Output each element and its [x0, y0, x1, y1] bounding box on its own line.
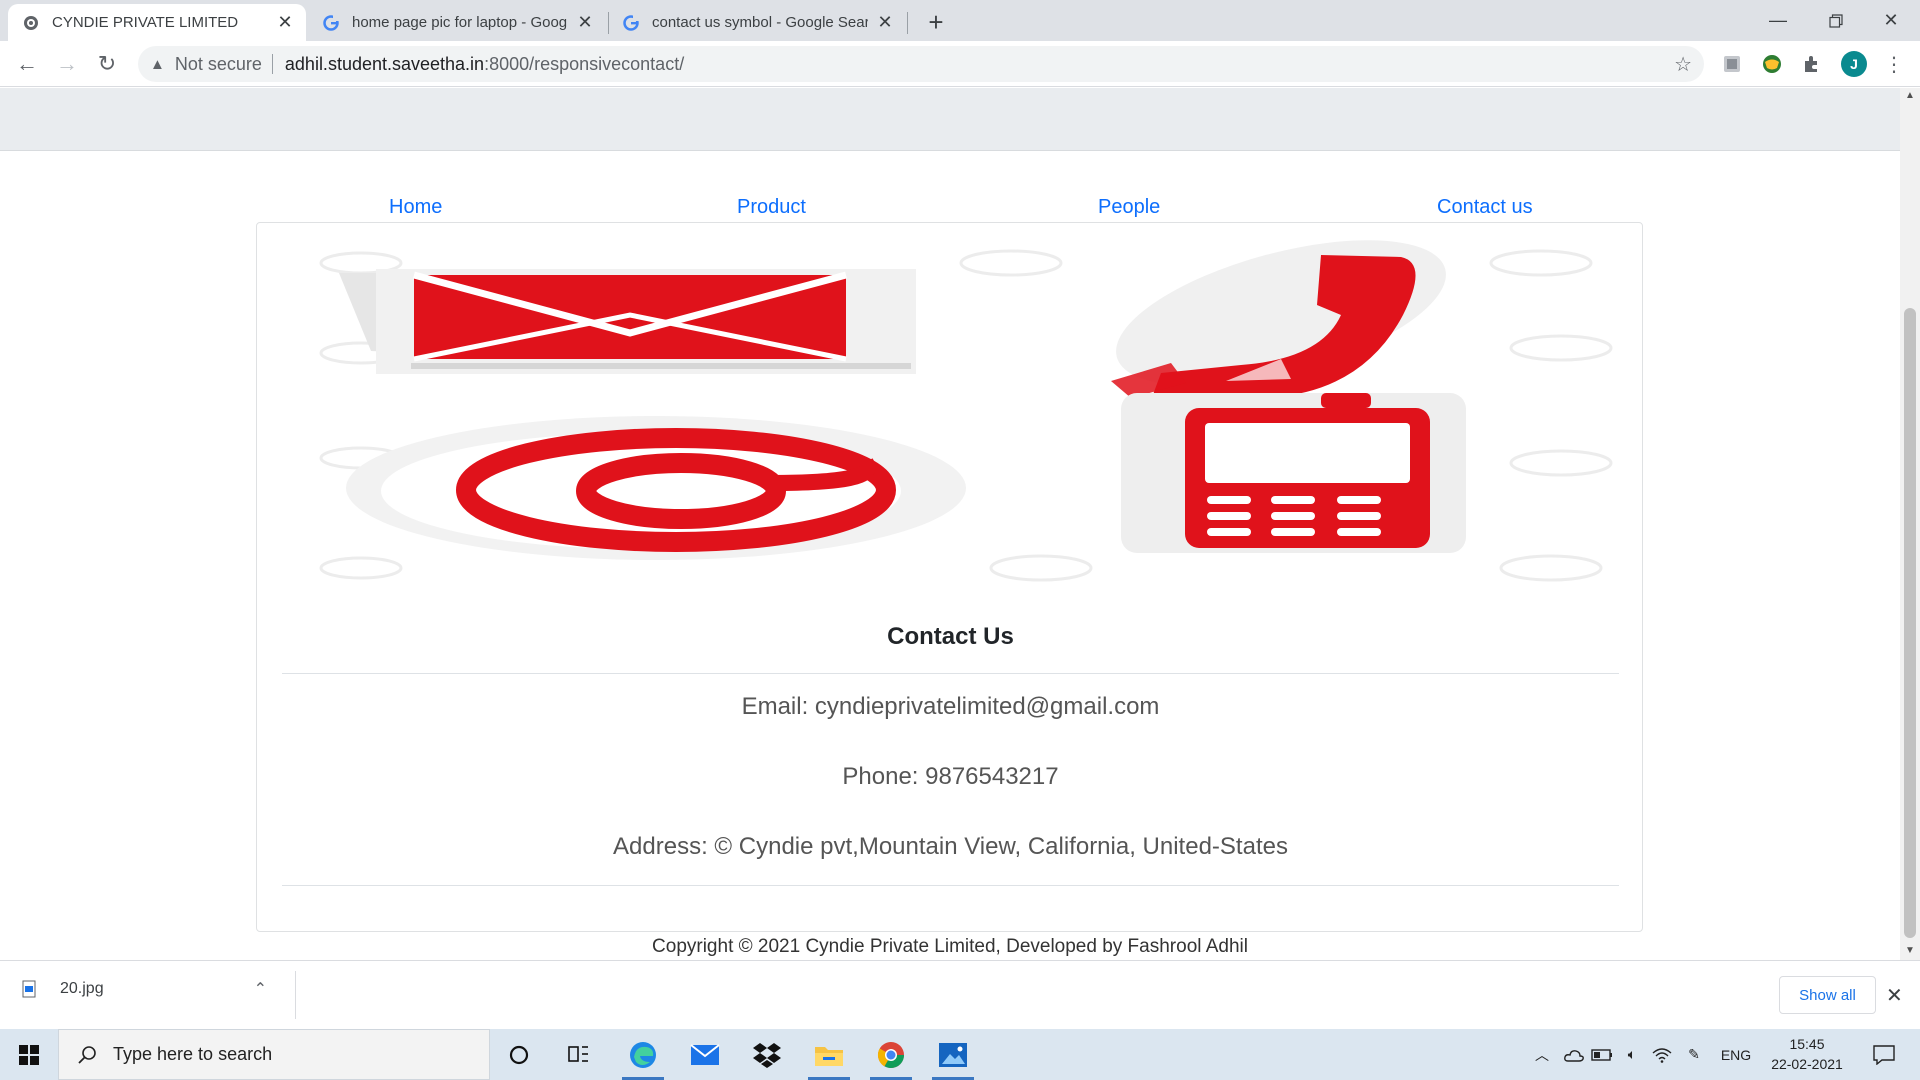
tab-strip: CYNDIE PRIVATE LIMITED ✕ home page pic f… [0, 0, 1920, 41]
scroll-down-arrow-icon[interactable]: ▼ [1905, 945, 1915, 956]
file-explorer-icon[interactable] [800, 1029, 858, 1080]
chevron-up-icon[interactable]: ⌃ [254, 979, 267, 999]
cortana-icon[interactable] [490, 1029, 548, 1080]
omnibox-divider [271, 54, 273, 74]
globe-icon [22, 14, 40, 32]
tab-title: CYNDIE PRIVATE LIMITED [52, 14, 239, 31]
pen-icon[interactable]: ✎ [1680, 1029, 1708, 1080]
mobile-phone-icon [1121, 393, 1466, 553]
wifi-icon[interactable] [1648, 1029, 1676, 1080]
windows-logo-icon [19, 1044, 39, 1065]
page-viewport: Home Product People Contact us Contact U… [0, 88, 1900, 960]
contact-phone: Phone: 9876543217 [842, 763, 1059, 790]
more-menu-icon[interactable]: ⋮ [1884, 51, 1904, 77]
back-button[interactable]: ← [12, 49, 42, 79]
mail-icon[interactable] [676, 1029, 734, 1080]
restore-icon [1829, 13, 1843, 28]
download-bar: 20.jpg ⌃ Show all ✕ [0, 960, 1920, 1029]
window-close-button[interactable]: ✕ [1862, 0, 1920, 41]
footer-copyright: Copyright © 2021 Cyndie Private Limited,… [652, 936, 1248, 957]
taskbar-search[interactable]: Type here to search [58, 1029, 490, 1080]
file-icon [22, 980, 36, 998]
close-icon[interactable]: ✕ [276, 12, 294, 32]
nav-home-link[interactable]: Home [389, 196, 442, 219]
battery-icon[interactable] [1588, 1029, 1616, 1080]
volume-icon[interactable]: 🔈︎ [1618, 1029, 1646, 1080]
system-clock[interactable]: 15:45 22-02-2021 [1762, 1034, 1852, 1074]
warning-icon[interactable]: ▲ [150, 56, 165, 73]
scrollbar-thumb[interactable] [1904, 308, 1916, 938]
page-header-band [0, 88, 1900, 151]
search-icon [78, 1045, 96, 1064]
phone-handset-icon [1111, 240, 1446, 400]
nav-people-link[interactable]: People [1098, 196, 1160, 219]
contact-icons-image [319, 240, 1613, 582]
tab-contact-us-symbol[interactable]: contact us symbol - Google Sear ✕ [608, 4, 906, 41]
nav-contact-link[interactable]: Contact us [1437, 196, 1533, 219]
task-view-icon[interactable] [550, 1029, 608, 1080]
security-label[interactable]: Not secure [175, 54, 262, 75]
clock-date: 22-02-2021 [1771, 1056, 1843, 1072]
scroll-up-arrow-icon[interactable]: ▲ [1905, 90, 1915, 101]
new-tab-button[interactable]: + [922, 7, 950, 37]
extension-globe-icon[interactable] [1760, 52, 1784, 76]
forward-button[interactable]: → [52, 49, 82, 79]
contact-heading: Contact Us [887, 623, 1014, 650]
contact-address: Address: © Cyndie pvt,Mountain View, Cal… [613, 833, 1288, 860]
chrome-icon[interactable] [862, 1029, 920, 1080]
tab-divider [907, 12, 908, 34]
envelope-icon [339, 269, 916, 374]
divider-bottom [282, 885, 1619, 886]
address-bar[interactable]: ▲ Not secure adhil.student.saveetha.in :… [138, 46, 1704, 82]
browser-toolbar: ← → ↻ ▲ Not secure adhil.student.saveeth… [0, 41, 1920, 87]
contact-email: Email: cyndieprivatelimited@gmail.com [741, 693, 1160, 720]
show-all-button[interactable]: Show all [1779, 976, 1876, 1014]
restore-button[interactable] [1807, 0, 1865, 41]
minimize-button[interactable]: — [1749, 0, 1807, 41]
download-filename: 20.jpg [60, 980, 104, 997]
tab-title: home page pic for laptop - Goog [352, 14, 568, 31]
at-sign-icon [346, 416, 966, 560]
close-icon[interactable]: ✕ [876, 12, 894, 32]
tab-cyndie[interactable]: CYNDIE PRIVATE LIMITED ✕ [8, 4, 306, 41]
close-icon[interactable]: ✕ [576, 12, 594, 32]
profile-avatar[interactable]: J [1841, 51, 1867, 77]
download-item[interactable]: 20.jpg ⌃ [22, 979, 267, 999]
tab-home-page-pic[interactable]: home page pic for laptop - Goog ✕ [308, 4, 606, 41]
edge-browser-icon[interactable] [614, 1029, 672, 1080]
download-divider [295, 971, 296, 1019]
extension-reader-icon[interactable] [1720, 52, 1744, 76]
taskbar-search-placeholder: Type here to search [113, 1044, 273, 1064]
reload-button[interactable]: ↻ [92, 49, 122, 79]
extensions-puzzle-icon[interactable] [1800, 52, 1824, 76]
nav-product-link[interactable]: Product [737, 196, 806, 219]
divider-top [282, 673, 1619, 674]
close-download-bar-icon[interactable]: ✕ [1886, 983, 1903, 1008]
start-button[interactable] [0, 1029, 58, 1080]
google-icon [322, 14, 340, 32]
tab-title: contact us symbol - Google Sear [652, 14, 868, 31]
dropbox-icon[interactable] [738, 1029, 796, 1080]
language-indicator[interactable]: ENG [1716, 1029, 1756, 1080]
contact-card: Contact Us Email: cyndieprivatelimited@g… [256, 222, 1643, 932]
show-hidden-icons-chevron-icon[interactable]: ︿ [1528, 1029, 1556, 1080]
url-host: adhil.student.saveetha.in [284, 53, 485, 74]
url-path: :8000/responsivecontact/ [484, 53, 685, 74]
windows-taskbar: Type here to search ︿ 🔈︎ ✎ ENG 15:45 22-… [0, 1029, 1920, 1080]
onedrive-cloud-icon[interactable] [1560, 1029, 1588, 1080]
notification-center-icon[interactable] [1864, 1029, 1904, 1080]
google-icon [622, 14, 640, 32]
clock-time: 15:45 [1789, 1036, 1825, 1052]
page-scrollbar[interactable]: ▲ ▼ [1900, 88, 1920, 960]
bookmark-star-icon[interactable]: ☆ [1674, 52, 1692, 77]
photos-icon[interactable] [924, 1029, 982, 1080]
